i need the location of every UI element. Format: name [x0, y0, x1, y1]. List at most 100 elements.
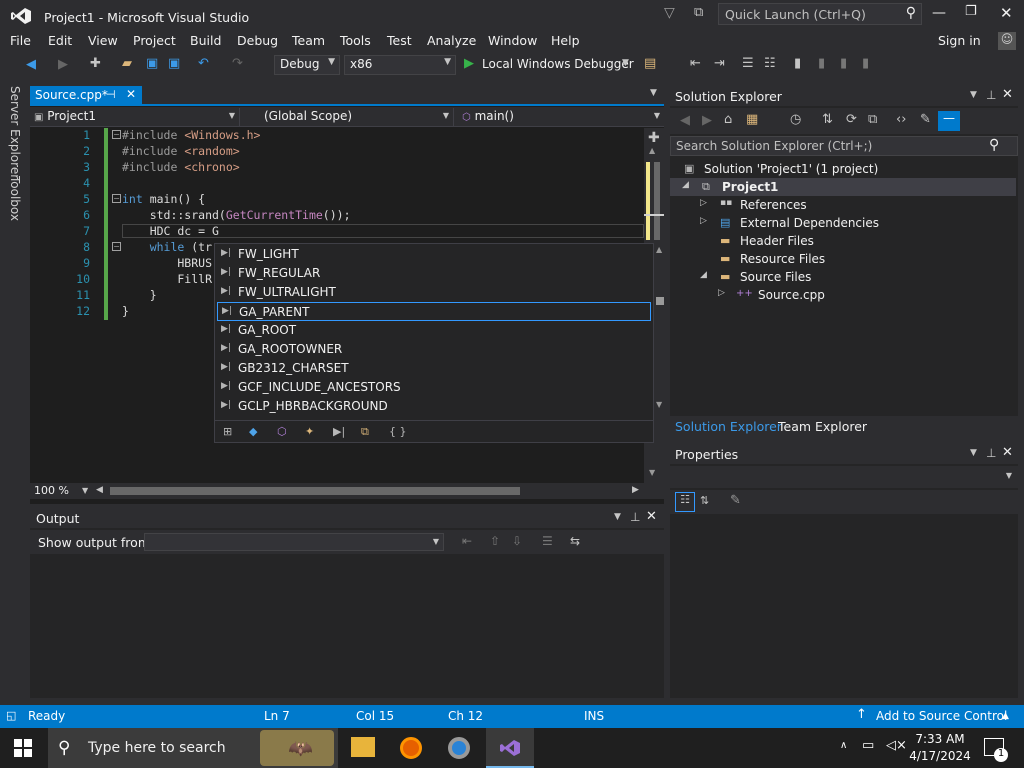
save-icon[interactable]: ▣ [146, 57, 158, 71]
navigate-back-icon[interactable]: ◀ [26, 58, 36, 72]
clear-all-icon[interactable]: ☰ [542, 534, 553, 548]
collapsed-arrow-icon[interactable]: ▷ [700, 216, 707, 226]
scope-nav-select[interactable]: (Global Scope) ▼ [242, 108, 454, 126]
filter-macro-icon[interactable]: ▶| [333, 425, 345, 438]
menu-analyze[interactable]: Analyze [427, 33, 476, 48]
tray-chevron-up-icon[interactable]: ∧ [840, 740, 847, 751]
project-nav-select[interactable]: ▣ Project1 ▼ [30, 108, 240, 126]
filter-namespace-icon[interactable]: { } [389, 425, 407, 438]
search-icon[interactable]: ⚲ [989, 137, 999, 153]
chevron-down-icon[interactable]: ▼ [82, 486, 88, 495]
tree-item-resource-files[interactable]: ▬ Resource Files [670, 250, 1016, 268]
tree-item-references[interactable]: ▷ ▪▪ References [670, 196, 1016, 214]
scroll-right-icon[interactable]: ▶ [632, 485, 639, 495]
pin-icon[interactable]: ⊥ [986, 446, 996, 460]
solution-search-input[interactable]: Search Solution Explorer (Ctrl+;) ⚲ [670, 136, 1018, 156]
completion-item-selected[interactable]: ▶| GA_PARENT [217, 302, 651, 321]
completion-item[interactable]: ▶| GCLP_HBRBACKGROUND [217, 397, 651, 416]
expanded-arrow-icon[interactable]: ◢ [700, 270, 707, 280]
minimize-icon[interactable]: — [932, 5, 946, 21]
feedback-icon[interactable]: ⧉ [694, 5, 703, 20]
pending-changes-icon[interactable]: ◷ [790, 113, 801, 127]
comment-icon[interactable]: ☰ [742, 57, 754, 71]
tab-list-chevron-icon[interactable]: ▼ [650, 88, 657, 98]
output-source-select[interactable]: ▼ [144, 533, 444, 551]
home-icon[interactable]: ⌂ [724, 113, 732, 127]
collapse-icon[interactable]: − [112, 130, 121, 139]
sign-in-link[interactable]: Sign in [938, 33, 981, 48]
menu-tools[interactable]: Tools [340, 33, 371, 48]
property-pages-icon[interactable]: ✎ [730, 493, 741, 508]
navigate-forward-icon[interactable]: ▶ [58, 58, 68, 72]
tray-date[interactable]: 4/17/2024 [909, 749, 971, 763]
bookmark-icon[interactable]: ▮ [794, 57, 801, 71]
close-icon[interactable]: ✕ [1002, 87, 1013, 102]
taskbar-firefox[interactable] [388, 728, 436, 768]
menu-project[interactable]: Project [133, 33, 176, 48]
step-over-icon[interactable]: ⇥ [714, 57, 725, 71]
close-icon[interactable]: ✕ [1002, 445, 1013, 460]
taskbar-file-explorer[interactable] [340, 728, 388, 768]
collapsed-arrow-icon[interactable]: ▷ [700, 198, 707, 208]
clear-bookmarks-icon[interactable]: ▮ [862, 57, 869, 71]
properties-object-select[interactable]: ▼ [670, 466, 1018, 488]
chevron-up-icon[interactable]: ▲ [1002, 711, 1009, 721]
up-arrow-icon[interactable]: ↑ [856, 707, 867, 722]
menu-debug[interactable]: Debug [237, 33, 278, 48]
completion-item[interactable]: ▶| GA_ROOTOWNER [217, 340, 651, 359]
attach-process-icon[interactable]: ▤ [644, 57, 656, 71]
windows-start-icon[interactable] [14, 739, 32, 757]
collapsed-arrow-icon[interactable]: ▷ [718, 288, 725, 298]
filter-class-icon[interactable]: ◆ [249, 425, 257, 438]
completion-item[interactable]: ▶| FW_LIGHT [217, 245, 651, 264]
save-all-icon[interactable]: ▣ [168, 57, 180, 71]
menu-view[interactable]: View [88, 33, 118, 48]
restore-icon[interactable]: ❐ [965, 4, 977, 19]
zoom-level[interactable]: 100 % [34, 484, 69, 497]
tree-item-source-cpp[interactable]: ▷ ++ Source.cpp [670, 286, 1016, 304]
categorized-icon[interactable]: ☷ [675, 492, 695, 512]
collapse-all-icon[interactable]: ⧉ [868, 113, 877, 127]
preview-selected-icon[interactable]: — [938, 111, 960, 131]
filter-type-icon[interactable]: ✦ [305, 425, 314, 438]
completion-item[interactable]: ▶| FW_ULTRALIGHT [217, 283, 651, 302]
volume-muted-icon[interactable]: ◁× [886, 738, 907, 753]
taskbar-search-box[interactable]: ⚲ Type here to search 🦇 [48, 728, 338, 768]
filter-all-icon[interactable]: ⊞ [223, 425, 232, 438]
window-position-icon[interactable]: ▼ [614, 512, 621, 522]
expanded-arrow-icon[interactable]: ◢ [682, 180, 689, 190]
intellisense-completion-list[interactable]: ▶| FW_LIGHT ▶| FW_REGULAR ▶| FW_ULTRALIGHT … [214, 243, 654, 443]
horizontal-scroll-thumb[interactable] [110, 487, 520, 495]
search-icon[interactable]: ⚲ [906, 5, 916, 21]
scroll-up-icon[interactable]: ▲ [656, 245, 662, 254]
completion-scrollbar-track[interactable]: ▲ ▼ [654, 243, 666, 413]
tab-source-cpp[interactable]: Source.cpp* ⊣ ✕ [30, 86, 142, 106]
tray-time[interactable]: 7:33 AM [913, 732, 967, 746]
menu-help[interactable]: Help [551, 33, 580, 48]
menu-team[interactable]: Team [292, 33, 325, 48]
scroll-down-icon[interactable]: ▼ [649, 468, 655, 477]
tree-item-external-dependencies[interactable]: ▷ ▤ External Dependencies [670, 214, 1016, 232]
pin-icon[interactable]: ⊣ [106, 88, 116, 101]
filter-method-icon[interactable]: ⬡ [277, 425, 287, 438]
close-icon[interactable]: ✕ [1000, 4, 1013, 22]
step-icon[interactable]: ⇤ [690, 57, 701, 71]
window-position-icon[interactable]: ▼ [970, 90, 977, 100]
tab-team-explorer[interactable]: Team Explorer [778, 419, 867, 434]
new-project-icon[interactable]: ✚ [90, 57, 101, 71]
next-bookmark-icon[interactable]: ▮ [840, 57, 847, 71]
tab-solution-explorer[interactable]: Solution Explorer [675, 419, 782, 434]
solution-platform-select[interactable]: x86 ▼ [344, 55, 456, 75]
completion-item[interactable]: ▶| FW_REGULAR [217, 264, 651, 283]
redo-icon[interactable]: ↷ [232, 57, 243, 71]
scroll-down-icon[interactable]: ▼ [656, 400, 662, 409]
split-editor-icon[interactable]: ✚ [648, 130, 660, 146]
show-all-files-icon[interactable]: ‹› [896, 113, 906, 127]
tree-item-solution[interactable]: ▣ Solution 'Project1' (1 project) [670, 160, 1016, 178]
menu-build[interactable]: Build [190, 33, 221, 48]
member-nav-select[interactable]: ⬡ main() ▼ [454, 108, 664, 126]
start-debugging-button[interactable]: ▶ Local Windows Debugger ▼ [462, 55, 634, 75]
back-icon[interactable]: ◀ [680, 114, 690, 128]
scroll-thumb[interactable] [654, 162, 660, 240]
toolbox-tab[interactable]: Toolbox [8, 176, 22, 221]
